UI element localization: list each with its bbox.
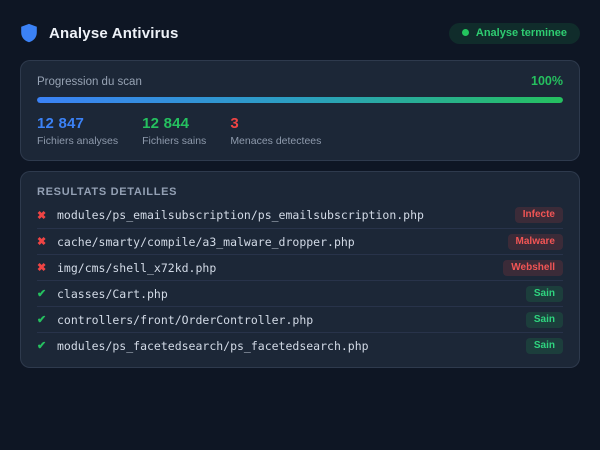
progress-bar-track [37, 97, 563, 103]
shield-icon [20, 23, 38, 43]
file-status-badge: Webshell [503, 259, 563, 276]
app-header: Analyse Antivirus Analyse terminee [20, 22, 580, 44]
file-path: controllers/front/OrderController.php [57, 312, 314, 327]
status-badge-label: Analyse terminee [475, 26, 567, 39]
stat-files-scanned-label: Fichiers analyses [37, 135, 119, 147]
stat-threats-detected-label: Menaces detectees [230, 135, 322, 147]
progress-label: Progression du scan [37, 76, 142, 88]
table-row: ✖ cache/smarty/compile/a3_malware_dropper… [37, 228, 563, 254]
stat-threats-detected-value: 3 [230, 115, 239, 132]
results-section-title: RESULTATS DETAILLES [37, 186, 178, 198]
progress-bar-fill [37, 97, 563, 103]
stat-files-scanned: 12 847 Fichiers analyses [37, 115, 118, 147]
status-badge: Analyse terminee [448, 22, 580, 44]
status-dot-icon [461, 29, 469, 36]
file-status-badge: Sain [525, 285, 563, 302]
file-path: cache/smarty/compile/a3_malware_dropper.… [57, 234, 355, 249]
progress-percent: 100% [531, 74, 563, 88]
table-row: ✔ modules/ps_facetedsearch/ps_facetedsear… [37, 332, 563, 358]
file-status-badge: Malware [507, 233, 563, 250]
file-status-badge: Sain [525, 311, 563, 328]
file-path: modules/ps_facetedsearch/ps_facetedsearc… [57, 338, 369, 353]
results-list: ✖ modules/ps_emailsubscription/ps_emailsu… [37, 202, 563, 358]
scan-progress-card: Progression du scan 100% 12 847 Fichiers… [20, 60, 580, 161]
stat-files-scanned-value: 12 847 [37, 115, 85, 132]
cross-icon: ✖ [37, 209, 47, 222]
table-row: ✖ img/cms/shell_x72kd.php Webshell [37, 254, 563, 280]
table-row: ✖ modules/ps_emailsubscription/ps_emailsu… [37, 202, 563, 228]
cross-icon: ✖ [37, 262, 47, 274]
file-status-badge: Sain [525, 337, 563, 354]
file-path: classes/Cart.php [57, 286, 168, 301]
progress-header-row: Progression du scan 100% [37, 74, 563, 88]
cross-icon: ✖ [37, 236, 47, 248]
table-row: ✔ controllers/front/OrderController.php Sa… [37, 306, 563, 332]
check-icon: ✔ [37, 314, 47, 326]
file-path: modules/ps_emailsubscription/ps_emailsub… [57, 208, 424, 222]
stat-files-clean-label: Fichiers sains [142, 135, 207, 147]
stat-threats-detected: 3 Menaces detectees [230, 115, 321, 147]
antivirus-scan-page: Analyse Antivirus Analyse terminee Progr… [0, 0, 600, 368]
file-status-badge: Infecte [514, 207, 563, 223]
stat-files-clean-value: 12 844 [142, 115, 190, 132]
file-path: img/cms/shell_x72kd.php [57, 260, 217, 275]
detailed-results-card: RESULTATS DETAILLES ✖ modules/ps_emailsub… [20, 171, 580, 368]
check-icon: ✔ [37, 288, 47, 300]
table-row: ✔ classes/Cart.php Sain [37, 280, 563, 306]
stat-files-clean: 12 844 Fichiers sains [142, 115, 206, 147]
page-title: Analyse Antivirus [49, 24, 179, 42]
check-icon: ✔ [37, 340, 47, 352]
scan-stats-row: 12 847 Fichiers analyses 12 844 Fichiers… [37, 115, 563, 147]
